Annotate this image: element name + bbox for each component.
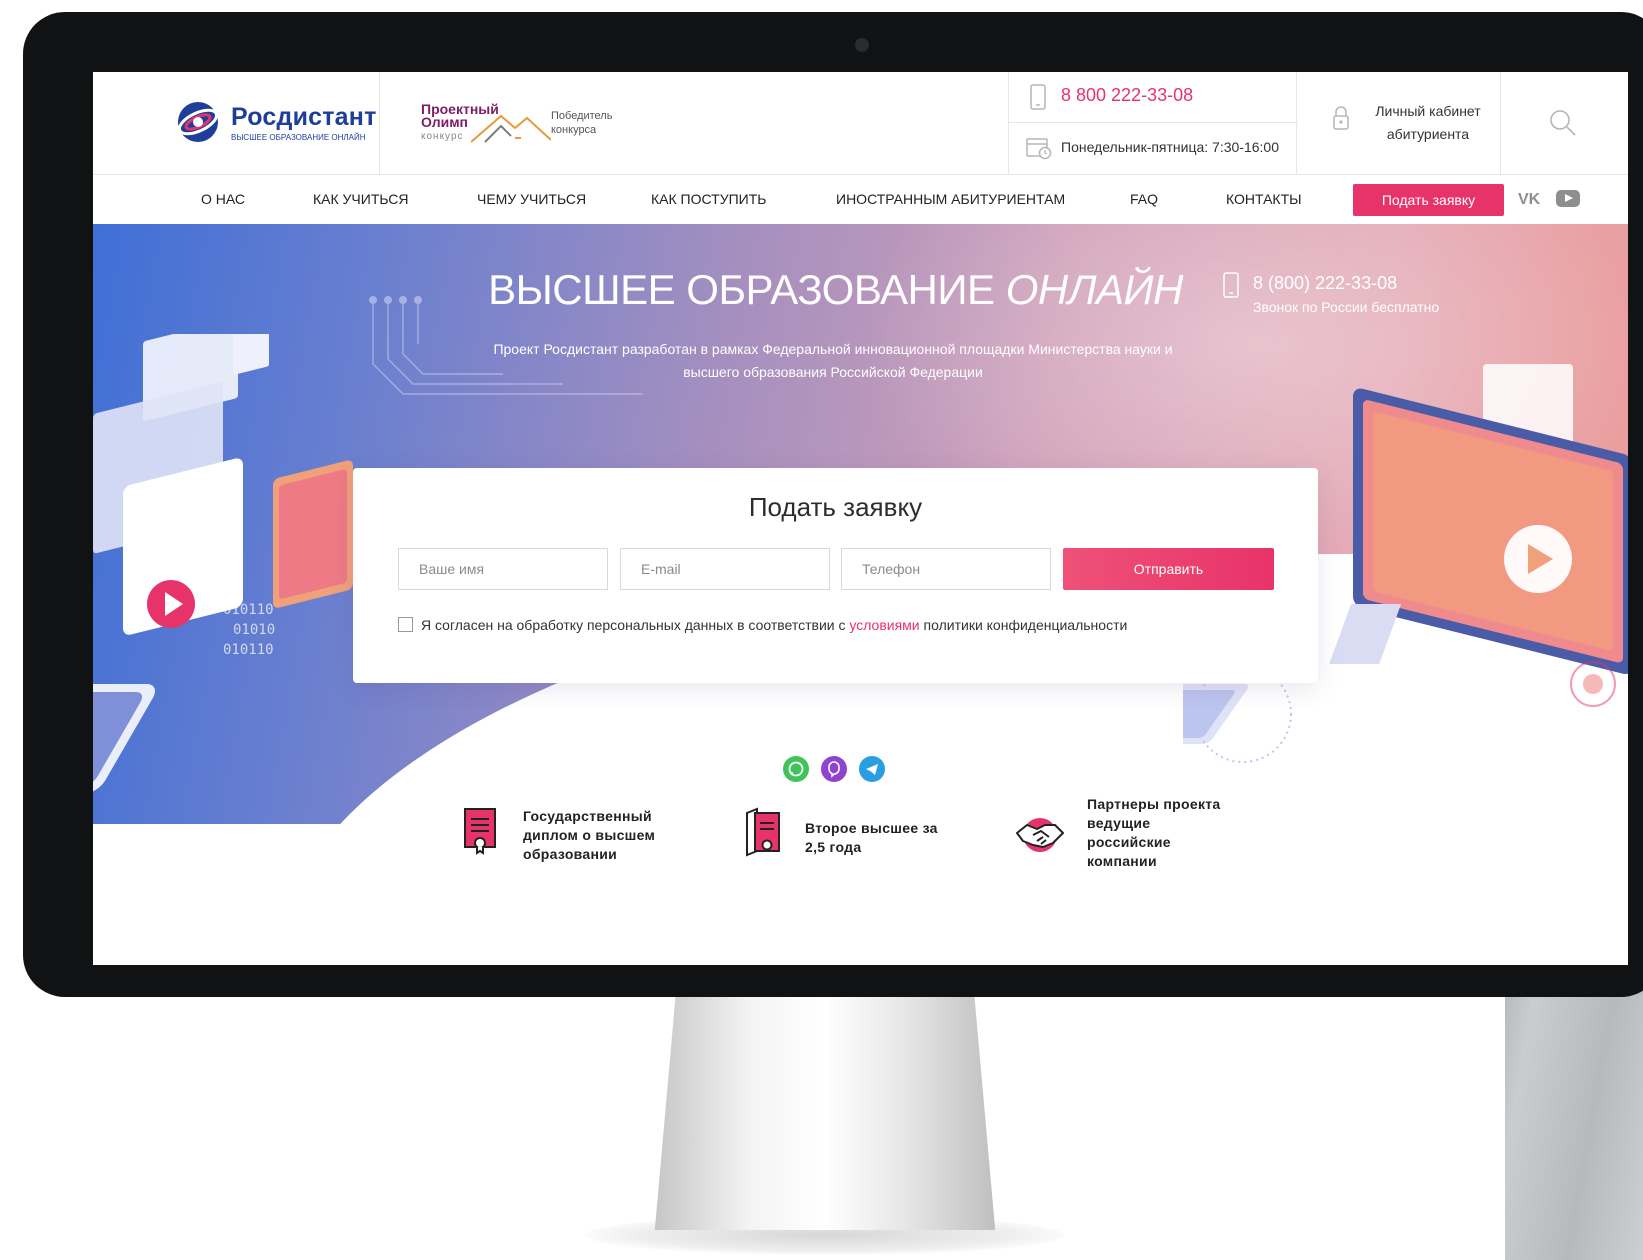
olymp-title-line3: конкурс xyxy=(421,131,464,142)
nav-item-contacts[interactable]: КОНТАКТЫ xyxy=(1226,191,1302,207)
nav-item-how-to-enroll[interactable]: КАК ПОСТУПИТЬ xyxy=(651,191,766,207)
nav-item-foreign-applicants[interactable]: ИНОСТРАННЫМ АБИТУРИЕНТАМ xyxy=(836,191,1065,207)
header-phone-link[interactable]: 8 800 222-33-08 xyxy=(1061,85,1193,106)
book-certificate-icon xyxy=(746,807,780,857)
main-nav: О НАС КАК УЧИТЬСЯ ЧЕМУ УЧИТЬСЯ КАК ПОСТУ… xyxy=(93,174,1628,224)
olymp-badge: Проектный Олимп конкурс Победитель конку… xyxy=(421,102,641,146)
search-icon[interactable] xyxy=(1548,108,1578,138)
webcam xyxy=(855,38,869,52)
logo-name: Росдистант xyxy=(231,102,377,131)
header-divider xyxy=(379,72,380,174)
consent-text: Я согласен на обработку персональных дан… xyxy=(421,617,846,633)
nav-item-about[interactable]: О НАС xyxy=(201,191,245,207)
viber-icon[interactable] xyxy=(821,756,847,782)
consent-row: Я согласен на обработку персональных дан… xyxy=(398,617,1127,633)
monitor-stand xyxy=(654,980,996,1230)
mobile-phone-icon xyxy=(1030,84,1046,110)
consent-text-end: политики конфиденциальности xyxy=(923,617,1128,633)
site-header: Росдистант ВЫСШЕЕ ОБРАЗОВАНИЕ ОНЛАЙН Про… xyxy=(93,72,1628,175)
personal-cabinet-label: Личный кабинет абитуриента xyxy=(1375,103,1481,142)
mountain-icon xyxy=(471,114,551,143)
monitor-bezel: Росдистант ВЫСШЕЕ ОБРАЗОВАНИЕ ОНЛАЙН Про… xyxy=(23,12,1643,997)
header-divider xyxy=(1296,72,1297,174)
consent-checkbox[interactable] xyxy=(398,617,413,632)
svg-text:010110: 010110 xyxy=(223,642,274,658)
feature-label: Партнеры проекта ведущие российские комп… xyxy=(1087,796,1221,869)
header-contacts: 8 800 222-33-08 Понедельник-пятница: 7:3… xyxy=(1008,72,1298,174)
working-hours: Понедельник-пятница: 7:30-16:00 xyxy=(1061,139,1280,155)
write-us-text: Пишите нам +7(927)0000093 xyxy=(741,726,930,742)
hero-title-online: ОНЛАЙН xyxy=(1005,266,1184,313)
name-input[interactable] xyxy=(398,548,608,590)
submit-button[interactable]: Отправить xyxy=(1063,548,1274,590)
site-logo[interactable]: Росдистант ВЫСШЕЕ ОБРАЗОВАНИЕ ОНЛАЙН xyxy=(175,99,377,145)
application-form: Подать заявку Отправить Я согласен на об… xyxy=(353,468,1318,683)
hero-section: 010110 01010 010110 ВЫСШЕЕ ОБРАЗОВАНИЕ О… xyxy=(93,224,1628,824)
svg-text:01010: 01010 xyxy=(233,622,275,638)
feature-second-degree: Второе высшее за 2,5 года xyxy=(743,807,955,857)
lock-icon xyxy=(1333,106,1349,130)
privacy-terms-link[interactable]: условиями xyxy=(849,617,919,633)
website-screen: Росдистант ВЫСШЕЕ ОБРАЗОВАНИЕ ОНЛАЙН Про… xyxy=(93,72,1628,965)
diploma-icon xyxy=(464,808,496,855)
whatsapp-icon[interactable] xyxy=(783,756,809,782)
header-divider xyxy=(1500,72,1501,174)
vk-icon[interactable]: VK xyxy=(1518,191,1540,209)
feature-partners: Партнеры проекта ведущие российские комп… xyxy=(1015,796,1237,871)
nav-apply-button[interactable]: Подать заявку xyxy=(1353,184,1504,216)
hero-phone-number[interactable]: 8 (800) 222-33-08 xyxy=(1253,273,1397,294)
nav-item-faq[interactable]: FAQ xyxy=(1130,191,1158,207)
youtube-icon[interactable] xyxy=(1556,190,1580,207)
nav-item-what-to-study[interactable]: ЧЕМУ УЧИТЬСЯ xyxy=(477,191,586,207)
mobile-phone-icon xyxy=(1223,272,1239,298)
email-input[interactable] xyxy=(620,548,830,590)
calendar-clock-icon xyxy=(1026,138,1052,160)
logo-globe-icon xyxy=(177,102,219,142)
hero-description: Проект Росдистант разработан в рамках Фе… xyxy=(493,341,1173,380)
logo-subtitle: ВЫСШЕЕ ОБРАЗОВАНИЕ ОНЛАЙН xyxy=(231,132,366,142)
form-title: Подать заявку xyxy=(748,492,923,522)
phone-input[interactable] xyxy=(841,548,1051,590)
nav-item-how-to-study[interactable]: КАК УЧИТЬСЯ xyxy=(313,191,408,207)
feature-label: Государственный диплом о высшем образова… xyxy=(523,808,656,862)
personal-cabinet-link[interactable]: Личный кабинет абитуриента xyxy=(1318,72,1498,174)
feature-label: Второе высшее за 2,5 года xyxy=(805,820,938,855)
olymp-winner-label: Победитель конкурса xyxy=(551,110,613,136)
handshake-icon xyxy=(1016,818,1064,852)
hero-phone-note: Звонок по России бесплатно xyxy=(1253,299,1440,315)
olymp-title-line2: Олимп xyxy=(421,114,469,130)
svg-text:010110: 010110 xyxy=(223,602,274,618)
telegram-icon[interactable] xyxy=(859,756,885,782)
feature-state-diploma: Государственный диплом о высшем образова… xyxy=(461,807,673,864)
